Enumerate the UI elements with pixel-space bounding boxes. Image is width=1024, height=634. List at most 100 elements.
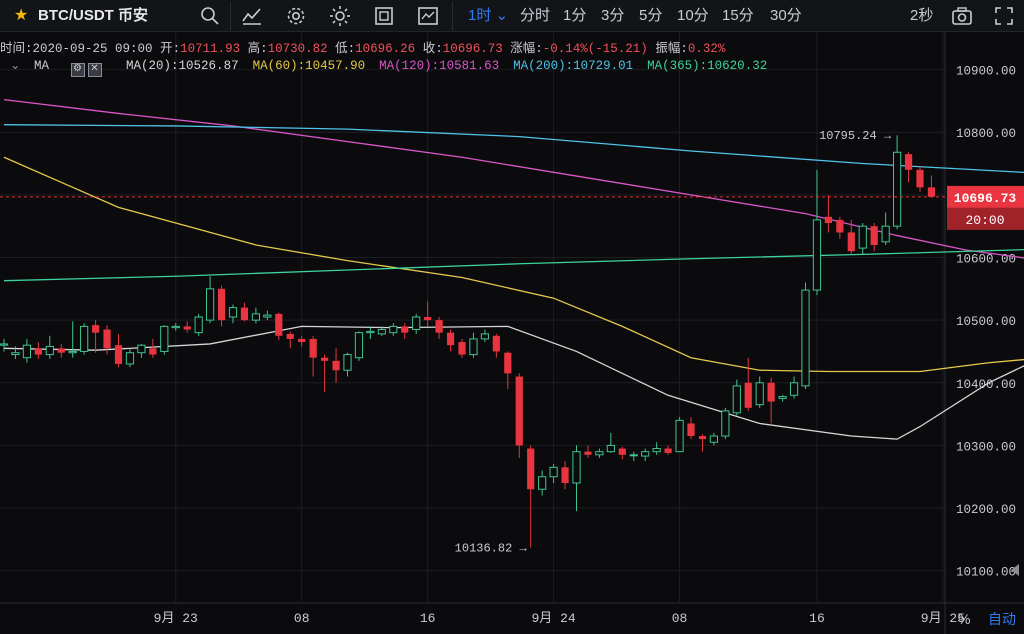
candle-body [687,423,695,437]
toolbar: ★ BTC/USDT 币安 1时 ⌄ 分时 1分 3分 5分 10分 15分 30分 2秒 [0,0,1024,32]
candle-body [515,376,523,446]
ohlc-info-bar: 时间:2020-09-25 09:00 开:10711.93 高:10730.8… [0,37,726,56]
candle-body [45,345,54,356]
chart-panel-icon[interactable] [416,4,440,28]
candle-body [870,226,878,245]
indicator-icon[interactable] [240,4,264,28]
candle-body [11,352,20,356]
price-tick-label: 10900.00 [956,65,1016,79]
candle-body [893,151,902,227]
ma-legend-item: MA(60):10457.90 [252,59,366,73]
favorite-star-icon[interactable]: ★ [14,0,28,32]
auto-scale-toggle[interactable]: 自动 [988,606,1016,632]
candle-body [263,314,272,318]
symbol-title[interactable]: BTC/USDT 币安 [38,0,148,32]
candle-body [618,448,626,455]
candle-body [240,307,249,321]
interval-tab[interactable]: 1时 ⌄ [468,0,508,32]
candle-body [309,338,317,358]
ma-settings-icon[interactable]: ⚙ [70,63,85,77]
candle-body [504,352,512,374]
candle-body [435,320,443,333]
candle-body [228,307,238,318]
ma-close-icon[interactable]: ✕ [87,63,102,77]
candle-body [789,382,799,396]
candle-body [538,476,547,490]
fullscreen-icon[interactable] [992,4,1016,28]
amplitude-value: 0.32% [687,42,726,56]
ma-legend-item: MA(365):10620.32 [647,59,768,73]
price-tick-label: 10600.00 [956,252,1016,266]
candle-body [80,325,89,352]
search-icon[interactable] [198,4,222,28]
high-value: 10730.82 [267,42,328,56]
amplitude-label: 振幅: [655,42,688,56]
candle-body [275,313,283,336]
interval-tab[interactable]: 1分 [563,0,586,32]
low-label: 低: [335,42,356,56]
candle-body [836,219,844,233]
interval-tab[interactable]: 分时 [520,0,550,32]
candle-body [709,435,718,443]
candle-body [0,343,9,346]
candle-body [424,317,432,321]
candle-body [904,154,913,170]
candle-body [354,332,364,359]
theme-sun-icon[interactable] [328,4,352,28]
time-tick-label: 9月 23 [154,611,198,626]
candle-body [641,451,650,457]
layout-icon[interactable] [372,4,396,28]
collapse-chevron-icon[interactable]: ⌄ [10,59,20,73]
candle-body [664,448,672,453]
chart-area[interactable]: 10900.0010800.0010700.0010600.0010500.00… [0,32,1024,634]
close-label: 收: [422,42,443,56]
interval-tab[interactable]: 3分 [601,0,624,32]
candlestick-chart[interactable]: 10900.0010800.0010700.0010600.0010500.00… [0,32,1024,634]
time-tick-label: 08 [672,611,688,626]
candle-body [778,396,787,399]
time-value: 2020-09-25 09:00 [32,42,153,56]
candle-body [767,382,775,402]
candle-body [160,325,169,352]
candle-body [377,329,386,335]
ma-values: MA(20):10526.87 MA(60):10457.90 MA(120):10… [112,59,767,73]
camera-icon[interactable] [950,4,974,28]
candle-body [721,410,730,437]
toolbar-divider [230,2,231,30]
candle-body [847,232,855,252]
interval-tab[interactable]: 15分 [722,0,754,32]
interval-tab[interactable]: 5分 [639,0,662,32]
open-label: 开: [160,42,181,56]
candle-body [68,350,77,354]
candle-body [251,313,261,321]
settings-gear-icon[interactable] [284,4,308,28]
candle-body [183,326,191,330]
candle-body [149,348,157,355]
candle-body [57,348,65,353]
interval-tab[interactable]: 10分 [677,0,709,32]
candle-body [824,216,832,224]
ma-indicator-name: MA [34,59,50,73]
candle-body [527,448,535,490]
candle-body [492,335,500,352]
candle-body [812,219,822,291]
candle-body [321,357,329,361]
interval-tab[interactable]: 30分 [770,0,802,32]
time-tick-label: 16 [420,611,436,626]
candle-body [572,451,581,484]
price-tick-label: 10800.00 [956,127,1016,141]
candle-body [595,451,604,456]
candle-body [469,338,478,356]
refresh-interval[interactable]: 2秒 [910,0,933,32]
candle-body [114,345,123,364]
candle-body [698,436,707,440]
candle-body [549,466,558,478]
close-value: 10696.73 [442,42,503,56]
candle-body [675,419,684,453]
change-value: -0.14%(-15.21) [542,42,648,56]
candle-body [332,360,340,371]
countdown-value: 20:00 [965,213,1004,228]
candle-body [652,448,661,453]
percent-scale-toggle[interactable]: % [958,606,970,632]
time-tick-label: 9月 24 [531,611,575,626]
